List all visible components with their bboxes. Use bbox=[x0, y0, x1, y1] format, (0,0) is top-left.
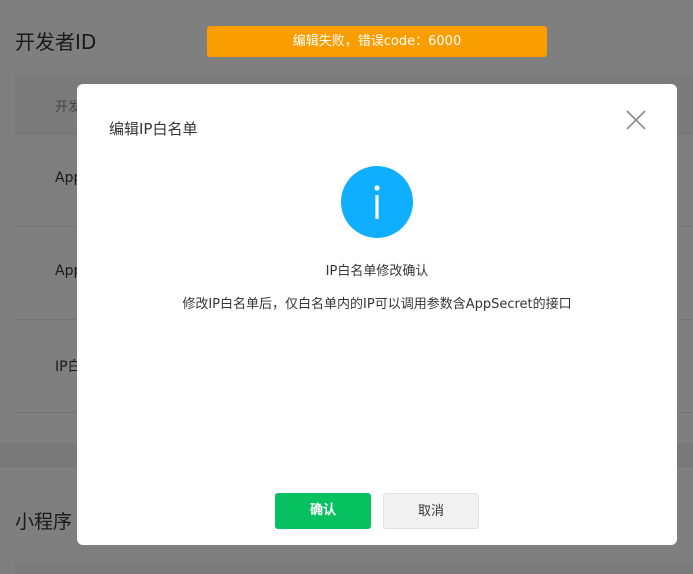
confirm-button[interactable]: 确认 bbox=[275, 493, 371, 529]
cancel-button[interactable]: 取消 bbox=[383, 493, 479, 529]
message-description: 修改IP白名单后，仅白名单内的IP可以调用参数含AppSecret的接口 bbox=[182, 297, 572, 312]
error-toast: 编辑失败，错误code：6000 bbox=[207, 26, 547, 57]
close-icon[interactable] bbox=[625, 109, 647, 131]
info-icon bbox=[341, 166, 413, 238]
dialog-title: 编辑IP白名单 bbox=[109, 120, 198, 138]
message-title: IP白名单修改确认 bbox=[325, 264, 429, 279]
edit-ip-whitelist-dialog: 编辑IP白名单 IP白名单修改确认 修改IP白名单后，仅白名单内的IP可以调用参… bbox=[77, 84, 677, 545]
